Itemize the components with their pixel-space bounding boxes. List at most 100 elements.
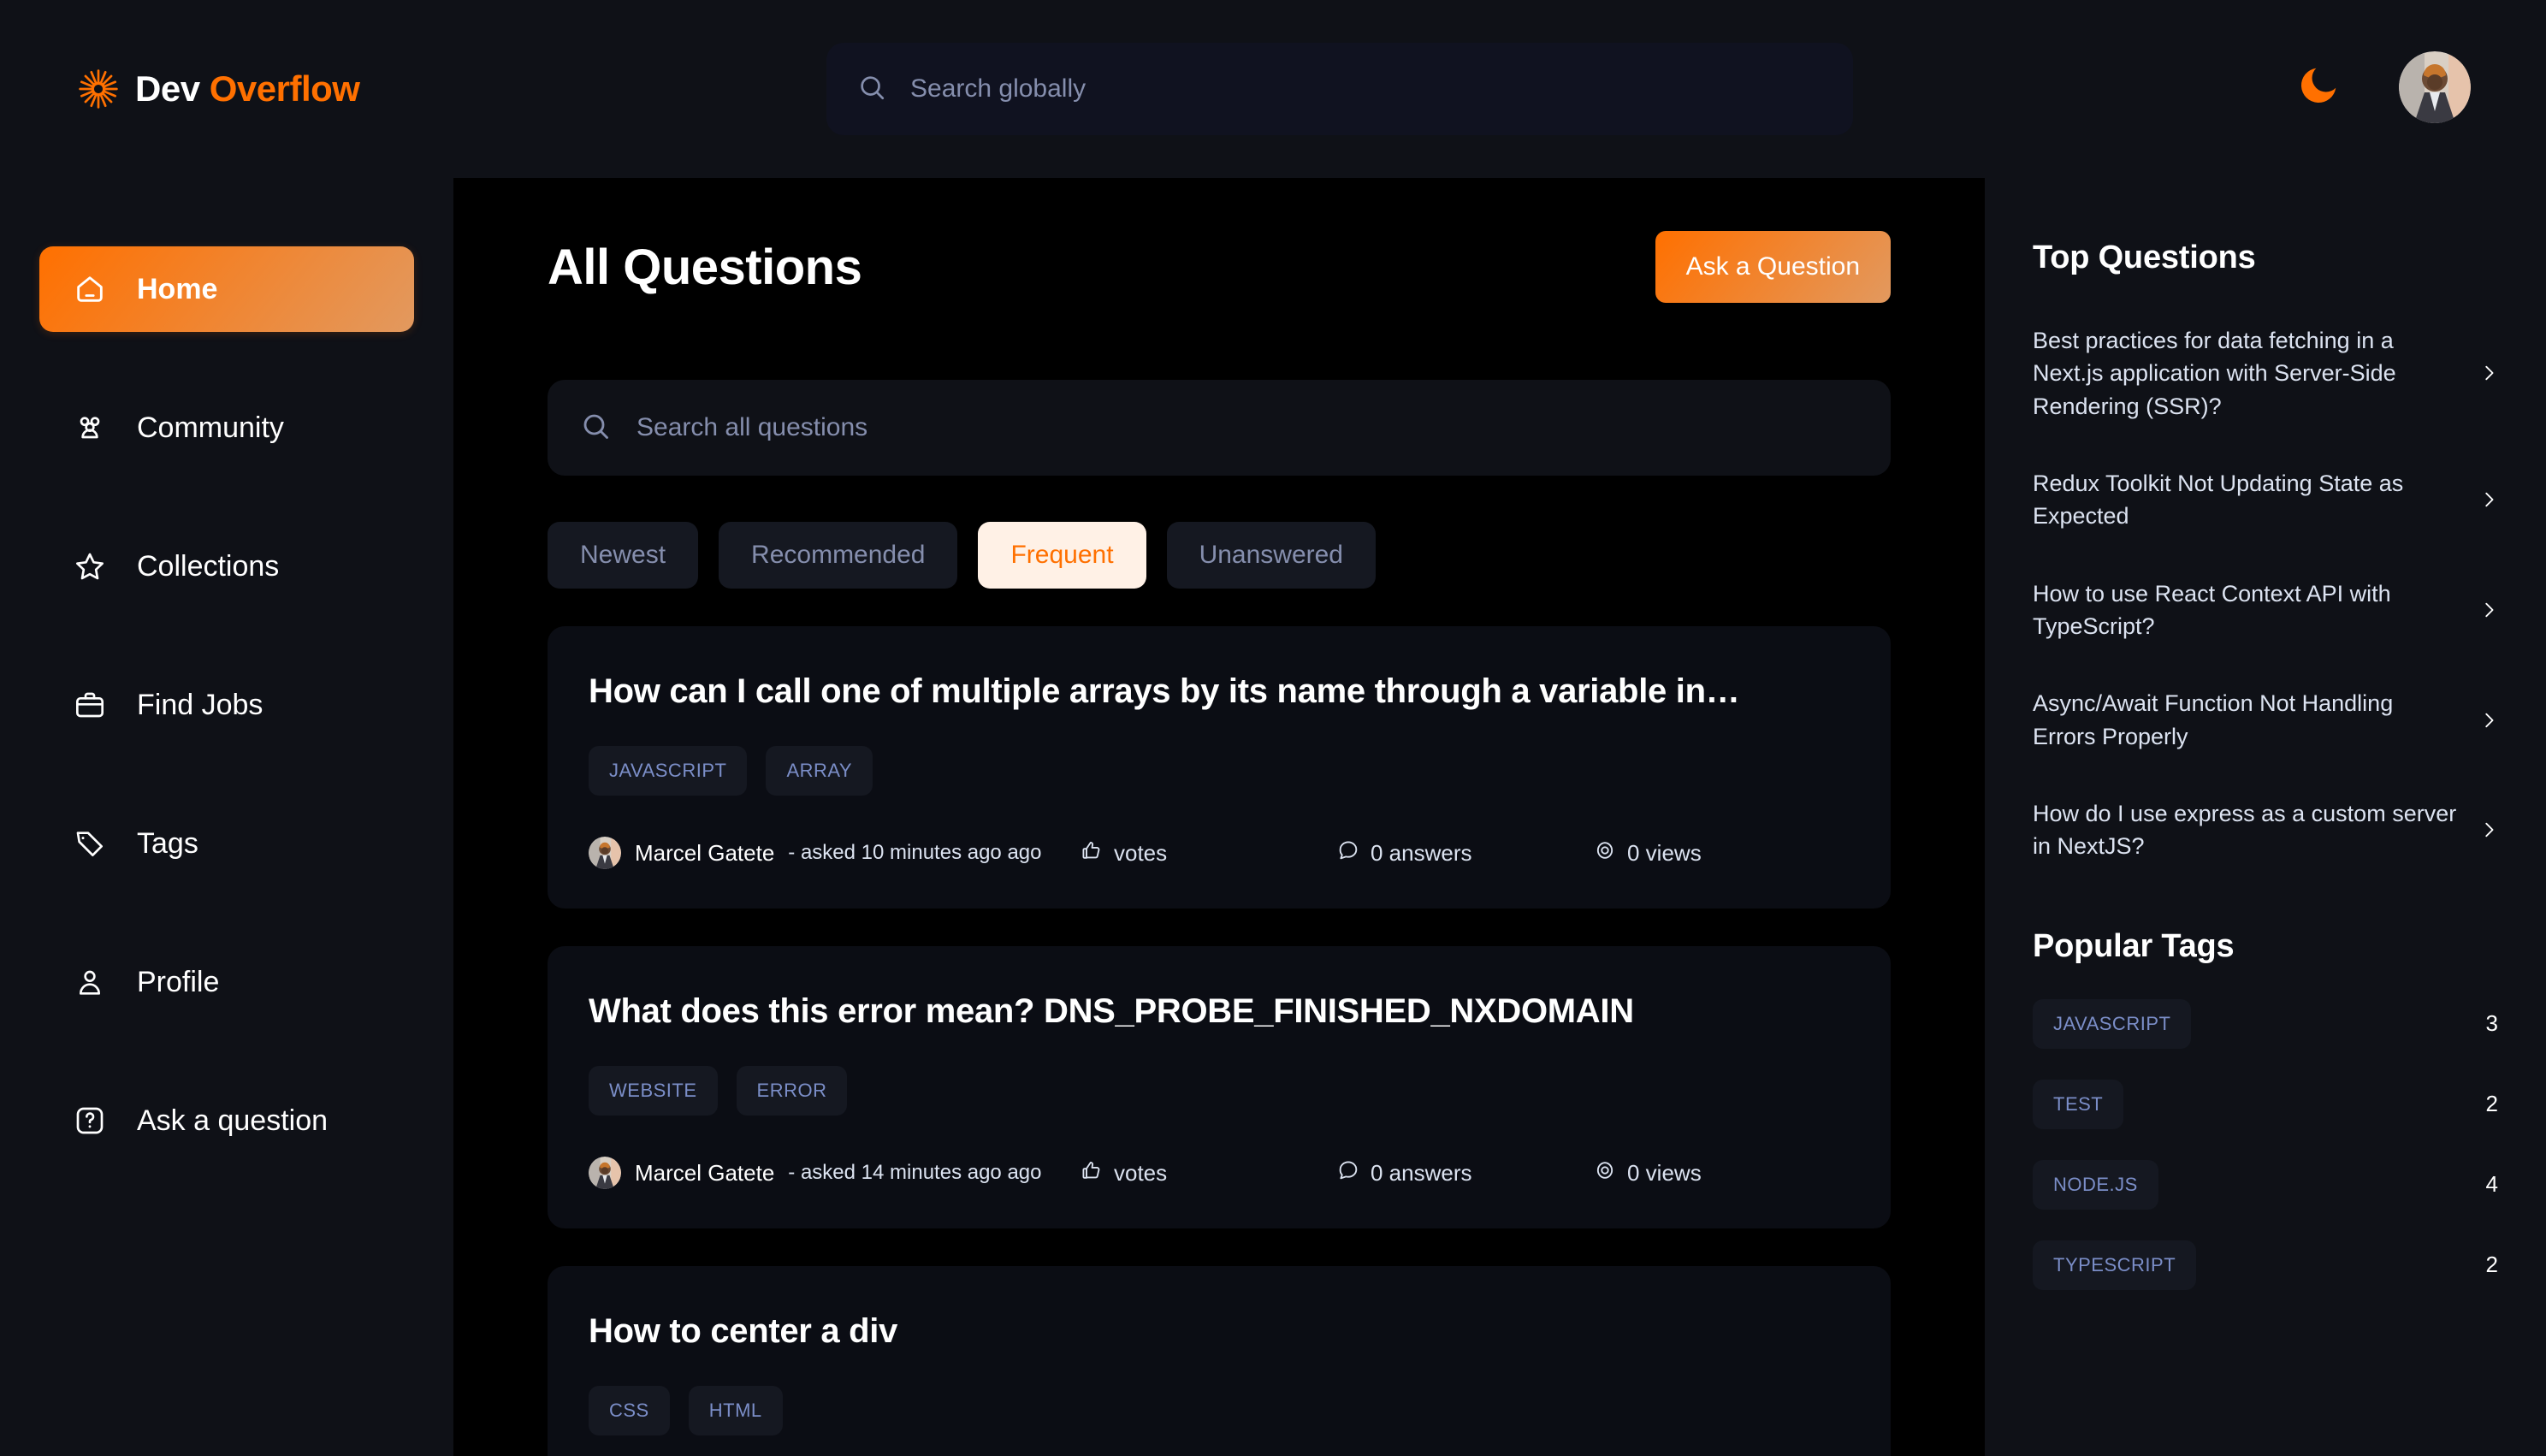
question-tag[interactable]: ARRAY (766, 746, 873, 796)
question-author-name: Marcel Gatete (635, 839, 775, 866)
filter-tabs: Newest Recommended Frequent Unanswered (548, 522, 1891, 589)
filter-newest[interactable]: Newest (548, 522, 699, 589)
sidebar-item-label: Tags (137, 826, 198, 860)
page-title: All Questions (548, 239, 862, 295)
sidebar-item-tags[interactable]: Tags (39, 801, 414, 886)
popular-tag-count: 2 (2485, 1252, 2498, 1278)
question-tag[interactable]: WEBSITE (589, 1066, 718, 1116)
popular-tag-item[interactable]: JAVASCRIPT 3 (2033, 998, 2498, 1049)
chevron-right-icon (2479, 816, 2498, 843)
star-icon (70, 547, 110, 586)
popular-tag-item[interactable]: TYPESCRIPT 2 (2033, 1240, 2498, 1290)
avatar[interactable] (2399, 51, 2471, 123)
popular-tag-name[interactable]: NODE.JS (2033, 1159, 2158, 1210)
top-questions-heading: Top Questions (2033, 240, 2256, 275)
sidebar-item-ask-a-question[interactable]: Ask a question (39, 1078, 414, 1163)
thumbs-up-icon (1080, 838, 1104, 868)
question-tag[interactable]: ERROR (736, 1066, 848, 1116)
question-stats: votes 0 answers 0 views (1080, 1158, 1850, 1188)
question-votes-label: votes (1114, 1159, 1168, 1186)
question-tags: JAVASCRIPT ARRAY (589, 746, 1850, 796)
question-card[interactable]: How can I call one of multiple arrays by… (548, 626, 1891, 909)
question-tag[interactable]: JAVASCRIPT (589, 746, 748, 796)
question-tags: WEBSITE ERROR (589, 1066, 1850, 1116)
global-search-bar[interactable]: Search globally (826, 43, 1853, 135)
top-question-title: Async/Await Function Not Handling Errors… (2033, 690, 2394, 749)
question-card[interactable]: How to center a div CSS HTML (548, 1266, 1891, 1456)
chevron-right-icon (2479, 596, 2498, 624)
question-author[interactable]: Marcel Gatete - asked 14 minutes ago ago (589, 1157, 1080, 1189)
question-answers: 0 answers (1336, 838, 1593, 868)
top-question-item[interactable]: Async/Await Function Not Handling Errors… (2033, 687, 2498, 753)
question-tag[interactable]: CSS (589, 1386, 670, 1435)
question-title[interactable]: How to center a div (589, 1311, 1850, 1352)
question-views: 0 views (1593, 838, 1850, 868)
question-stats: votes 0 answers 0 views (1080, 838, 1850, 868)
popular-tags-heading: Popular Tags (2033, 927, 2235, 964)
question-votes-label: votes (1114, 839, 1168, 866)
question-card[interactable]: What does this error mean? DNS_PROBE_FIN… (548, 946, 1891, 1228)
sidebar-item-label: Profile (137, 965, 220, 998)
filter-unanswered[interactable]: Unanswered (1166, 522, 1376, 589)
question-tags: CSS HTML (589, 1386, 1850, 1435)
moon-icon (2295, 62, 2342, 113)
main-header: All Questions Ask a Question (548, 231, 1891, 303)
users-icon (70, 408, 110, 447)
question-meta: Marcel Gatete - asked 10 minutes ago ago… (589, 837, 1850, 869)
top-navbar: Dev Overflow Search globally (0, 0, 2546, 178)
sidebar-item-label: Community (137, 411, 284, 444)
briefcase-icon (70, 685, 110, 725)
popular-tag-item[interactable]: NODE.JS 4 (2033, 1159, 2498, 1210)
top-question-item[interactable]: Redux Toolkit Not Updating State as Expe… (2033, 467, 2498, 533)
search-icon (580, 411, 611, 446)
brand-name-accent: Overflow (209, 68, 360, 109)
message-circle-icon (1336, 838, 1360, 868)
tag-icon (70, 824, 110, 863)
question-title[interactable]: What does this error mean? DNS_PROBE_FIN… (589, 991, 1850, 1032)
top-question-title: How do I use express as a custom server … (2033, 800, 2457, 860)
question-answers-label: 0 answers (1371, 839, 1472, 866)
question-views-label: 0 views (1627, 1159, 1702, 1186)
global-search-input[interactable]: Search globally (910, 74, 1086, 104)
question-votes: votes (1080, 1158, 1336, 1188)
popular-tag-count: 2 (2485, 1091, 2498, 1117)
question-title[interactable]: How can I call one of multiple arrays by… (589, 671, 1850, 712)
filter-recommended[interactable]: Recommended (719, 522, 958, 589)
question-tag[interactable]: HTML (688, 1386, 783, 1435)
question-answers: 0 answers (1336, 1158, 1593, 1188)
popular-tag-count: 3 (2485, 1010, 2498, 1037)
popular-tag-item[interactable]: TEST 2 (2033, 1079, 2498, 1129)
search-icon (857, 73, 886, 106)
brand-name-primary: Dev (135, 68, 200, 109)
question-views: 0 views (1593, 1158, 1850, 1188)
question-search-bar[interactable]: Search all questions (548, 380, 1891, 476)
sidebar-item-find-jobs[interactable]: Find Jobs (39, 662, 414, 748)
popular-tag-name[interactable]: TYPESCRIPT (2033, 1240, 2197, 1290)
chevron-right-icon (2479, 486, 2498, 513)
top-question-title: How to use React Context API with TypeSc… (2033, 580, 2391, 639)
sidebar-item-profile[interactable]: Profile (39, 939, 414, 1025)
top-question-item[interactable]: How do I use express as a custom server … (2033, 797, 2498, 863)
avatar (589, 837, 621, 869)
main-content: All Questions Ask a Question Search all … (453, 178, 1985, 1456)
question-timestamp: - asked 10 minutes ago ago (788, 841, 1042, 864)
question-author[interactable]: Marcel Gatete - asked 10 minutes ago ago (589, 837, 1080, 869)
brand-logo[interactable]: Dev Overflow (75, 0, 360, 178)
user-icon (70, 962, 110, 1002)
popular-tag-name[interactable]: TEST (2033, 1079, 2124, 1129)
theme-toggle-button[interactable] (2293, 62, 2344, 113)
question-timestamp: - asked 14 minutes ago ago (788, 1161, 1042, 1184)
sidebar-item-home[interactable]: Home (39, 246, 414, 332)
top-question-item[interactable]: Best practices for data fetching in a Ne… (2033, 324, 2498, 423)
ask-a-question-button[interactable]: Ask a Question (1655, 231, 1891, 303)
avatar (589, 1157, 621, 1189)
question-search-input[interactable]: Search all questions (636, 413, 867, 442)
filter-frequent[interactable]: Frequent (978, 522, 1146, 589)
question-author-name: Marcel Gatete (635, 1159, 775, 1186)
sidebar-item-collections[interactable]: Collections (39, 524, 414, 609)
sidebar-item-community[interactable]: Community (39, 385, 414, 471)
question-views-label: 0 views (1627, 839, 1702, 866)
top-question-item[interactable]: How to use React Context API with TypeSc… (2033, 577, 2498, 643)
brand-name: Dev Overflow (135, 68, 360, 109)
popular-tag-name[interactable]: JAVASCRIPT (2033, 998, 2192, 1049)
